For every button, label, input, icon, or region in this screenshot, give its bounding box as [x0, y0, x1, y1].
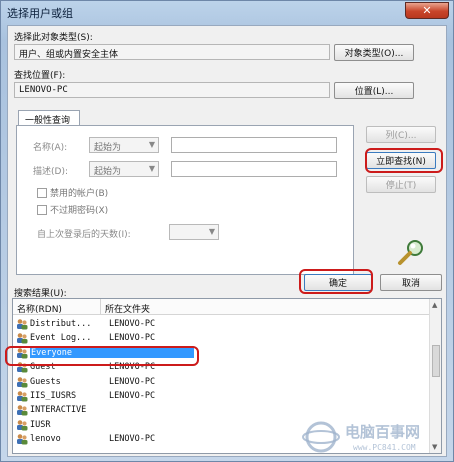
dialog-body: 选择此对象类型(S): 用户、组或内置安全主体 对象类型(O)... 查找位置(… [7, 25, 447, 457]
tab-common-queries[interactable]: 一般性查询 [18, 110, 80, 126]
description-input[interactable] [171, 161, 337, 177]
chevron-down-icon: ▼ [148, 140, 155, 149]
checkbox-box [37, 187, 47, 198]
table-row[interactable]: INTERACTIVE [13, 403, 431, 417]
user-group-icon [17, 391, 28, 402]
cancel-button[interactable]: 取消 [380, 274, 442, 291]
select-users-dialog: 选择用户或组 ✕ 选择此对象类型(S): 用户、组或内置安全主体 对象类型(O)… [0, 0, 454, 462]
row-folder: LENOVO-PC [109, 434, 156, 445]
name-mode-select[interactable]: 起始为 ▼ [89, 137, 159, 153]
column-header-folder[interactable]: 所在文件夹 [101, 299, 431, 315]
row-name: Guest [30, 362, 56, 373]
window-title: 选择用户或组 [7, 7, 73, 20]
non-expiring-password-checkbox[interactable]: 不过期密码(X) [37, 203, 108, 216]
watermark-text: 电脑百事网 [345, 423, 421, 441]
column-header-name[interactable]: 名称(RDN) [13, 299, 101, 315]
chevron-down-icon: ▼ [208, 227, 215, 236]
object-type-field: 用户、组或内置安全主体 [14, 44, 330, 60]
table-row[interactable]: Everyone [13, 346, 431, 360]
row-name: Distribut... [30, 319, 92, 329]
chevron-down-icon: ▼ [148, 164, 155, 173]
columns-button[interactable]: 列(C)... [366, 126, 436, 143]
days-since-login-select[interactable]: ▼ [169, 224, 219, 240]
object-type-label: 选择此对象类型(S): [14, 33, 93, 43]
watermark-url: www.PC841.COM [353, 443, 416, 452]
row-folder: LENOVO-PC [109, 319, 156, 329]
row-name: lenovo [30, 434, 61, 445]
table-row[interactable]: Event Log... LENOVO-PC [13, 331, 431, 345]
common-queries-panel: 名称(A): 起始为 ▼ 描述(D): 起始为 ▼ 禁用的帐户(B) 不过期密码… [16, 125, 354, 275]
row-name: Event Log... [30, 333, 92, 344]
disabled-accounts-label: 禁用的帐户(B) [50, 189, 109, 199]
user-group-icon [17, 333, 28, 344]
scrollbar-thumb[interactable] [432, 345, 440, 377]
disabled-accounts-checkbox[interactable]: 禁用的帐户(B) [37, 186, 108, 199]
row-folder: LENOVO-PC [109, 333, 156, 344]
ok-button[interactable]: 确定 [304, 274, 372, 291]
non-expiring-password-label: 不过期密码(X) [50, 206, 109, 216]
watermark-logo: 电脑百事网 www.PC841.COM [301, 419, 451, 459]
location-label: 查找位置(F): [14, 71, 66, 81]
user-group-icon [17, 376, 28, 388]
description-mode-value: 起始为 [94, 167, 122, 177]
user-group-icon [17, 434, 28, 445]
name-mode-value: 起始为 [94, 143, 122, 153]
row-folder: LENOVO-PC [109, 391, 156, 401]
close-button[interactable]: ✕ [405, 2, 449, 19]
table-row[interactable]: IIS_IUSRS LENOVO-PC [13, 389, 431, 403]
row-name: IUSR [30, 419, 51, 430]
name-input[interactable] [171, 137, 337, 153]
name-label: 名称(A): [33, 143, 68, 153]
table-row[interactable]: Guest LENOVO-PC [13, 360, 431, 374]
row-folder: LENOVO-PC [109, 362, 156, 373]
search-magnifier-icon [398, 240, 423, 265]
locations-button[interactable]: 位置(L)... [334, 82, 414, 99]
user-group-icon [17, 347, 28, 359]
days-since-login-label: 自上次登录后的天数(I): [37, 230, 131, 240]
object-types-button[interactable]: 对象类型(O)... [334, 44, 414, 61]
location-field: LENOVO-PC [14, 82, 330, 98]
row-folder: LENOVO-PC [109, 376, 156, 387]
row-name: INTERACTIVE [30, 405, 87, 416]
table-row[interactable]: Distribut... LENOVO-PC [13, 317, 431, 331]
user-group-icon [17, 319, 28, 330]
title-bar[interactable]: 选择用户或组 ✕ [1, 1, 453, 23]
checkbox-box [37, 204, 47, 215]
user-group-icon [17, 405, 28, 416]
user-group-icon [17, 419, 28, 431]
stop-button[interactable]: 停止(T) [366, 176, 436, 193]
table-row[interactable]: Guests LENOVO-PC [13, 375, 431, 389]
user-group-icon [17, 362, 28, 373]
scroll-up-icon[interactable]: ▲ [432, 301, 437, 309]
row-name: Everyone [30, 347, 194, 358]
description-label: 描述(D): [33, 167, 68, 177]
watermark-globe-icon [302, 421, 340, 453]
find-now-button[interactable]: 立即查找(N) [366, 152, 436, 169]
row-name: IIS_IUSRS [30, 391, 77, 401]
row-name: Guests [30, 376, 61, 387]
description-mode-select[interactable]: 起始为 ▼ [89, 161, 159, 177]
